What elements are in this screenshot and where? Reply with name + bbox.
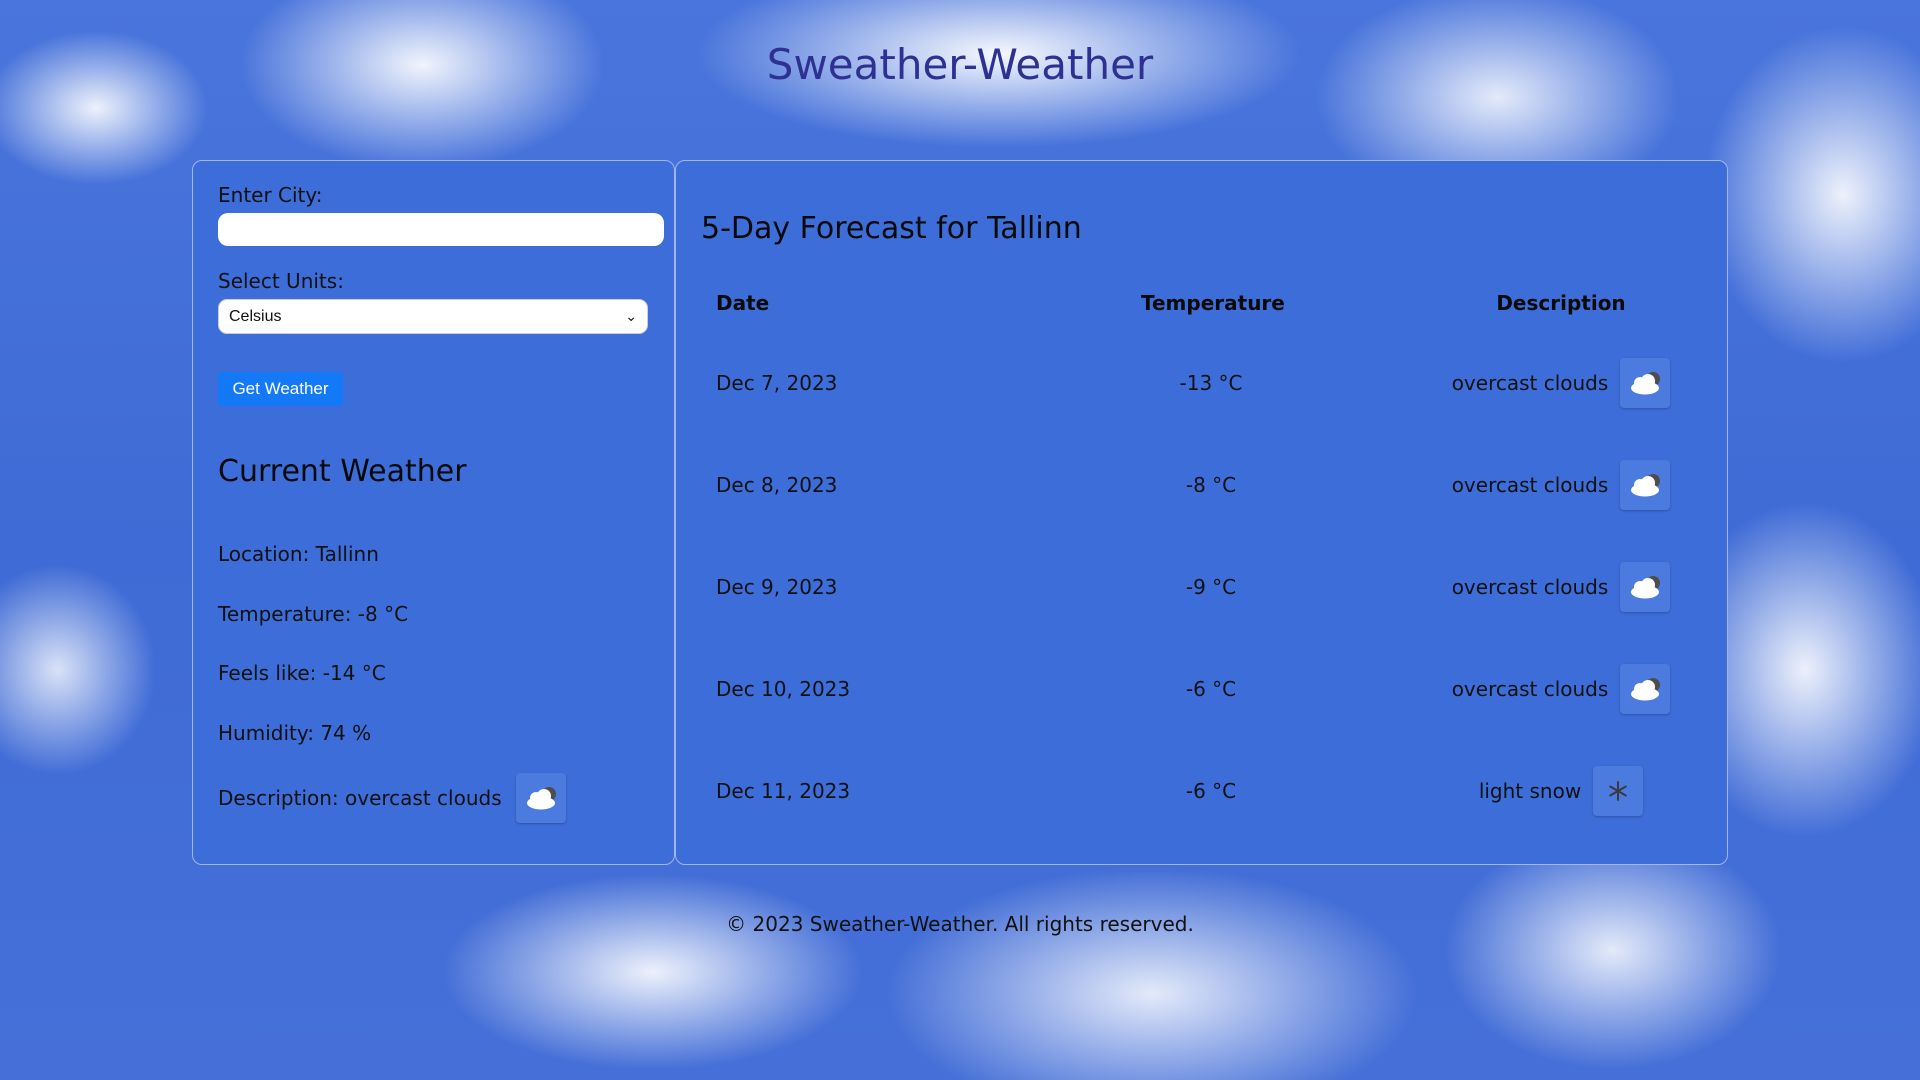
row-description: overcast clouds	[1451, 677, 1609, 701]
units-selected-value: Celsius	[229, 307, 282, 325]
row-temperature: -6 °C	[1185, 779, 1237, 803]
current-humidity: Humidity: 74 %	[218, 721, 372, 745]
cloud-icon	[1620, 358, 1671, 408]
page-title: Sweather-Weather	[766, 40, 1154, 89]
cloud-icon	[515, 773, 566, 823]
header-temperature: Temperature	[1141, 291, 1285, 315]
row-temperature: -6 °C	[1185, 677, 1237, 701]
row-description: light snow	[1478, 779, 1582, 803]
table-row: Dec 11, 2023 -6 °C light snow	[676, 761, 1729, 821]
row-description-cell: overcast clouds	[1396, 455, 1726, 515]
row-description: overcast clouds	[1451, 371, 1609, 395]
cloud-icon	[1620, 664, 1671, 714]
cloud-icon	[1620, 460, 1671, 510]
row-temperature: -9 °C	[1185, 575, 1237, 599]
table-row: Dec 9, 2023 -9 °C overcast clouds	[676, 557, 1729, 617]
forecast-panel: 5-Day Forecast for Tallinn Date Temperat…	[675, 160, 1728, 865]
current-weather-title: Current Weather	[218, 454, 467, 489]
row-date: Dec 8, 2023	[716, 473, 838, 497]
current-description-row: Description: overcast clouds	[218, 773, 566, 823]
row-description: overcast clouds	[1451, 473, 1609, 497]
header-description: Description	[1496, 291, 1626, 315]
row-description-cell: overcast clouds	[1396, 557, 1726, 617]
table-row: Dec 10, 2023 -6 °C overcast clouds	[676, 659, 1729, 719]
forecast-title: 5-Day Forecast for Tallinn	[701, 211, 1082, 246]
current-description: Description: overcast clouds	[218, 786, 502, 810]
current-feels-like: Feels like: -14 °C	[218, 661, 386, 685]
row-temperature: -13 °C	[1179, 371, 1243, 395]
table-row: Dec 8, 2023 -8 °C overcast clouds	[676, 455, 1729, 515]
current-location: Location: Tallinn	[218, 542, 379, 566]
units-label: Select Units:	[218, 269, 344, 293]
table-row: Dec 7, 2023 -13 °C overcast clouds	[676, 353, 1729, 413]
city-input[interactable]	[218, 213, 664, 246]
footer-copyright: © 2023 Sweather-Weather. All rights rese…	[726, 912, 1194, 936]
get-weather-button[interactable]: Get Weather	[218, 372, 343, 406]
row-date: Dec 10, 2023	[716, 677, 851, 701]
row-description-cell: overcast clouds	[1396, 353, 1726, 413]
snowflake-icon	[1593, 766, 1644, 816]
city-label: Enter City:	[218, 183, 323, 207]
row-date: Dec 11, 2023	[716, 779, 851, 803]
search-panel: Enter City: Select Units: Celsius ⌄ Get …	[192, 160, 675, 865]
chevron-down-icon: ⌄	[625, 308, 637, 324]
header-date: Date	[716, 291, 770, 315]
units-select[interactable]: Celsius ⌄	[218, 299, 648, 334]
row-description-cell: light snow	[1396, 761, 1726, 821]
current-temperature: Temperature: -8 °C	[218, 602, 409, 626]
row-description-cell: overcast clouds	[1396, 659, 1726, 719]
cloud-icon	[1620, 562, 1671, 612]
row-date: Dec 9, 2023	[716, 575, 838, 599]
row-temperature: -8 °C	[1185, 473, 1237, 497]
row-description: overcast clouds	[1451, 575, 1609, 599]
row-date: Dec 7, 2023	[716, 371, 838, 395]
